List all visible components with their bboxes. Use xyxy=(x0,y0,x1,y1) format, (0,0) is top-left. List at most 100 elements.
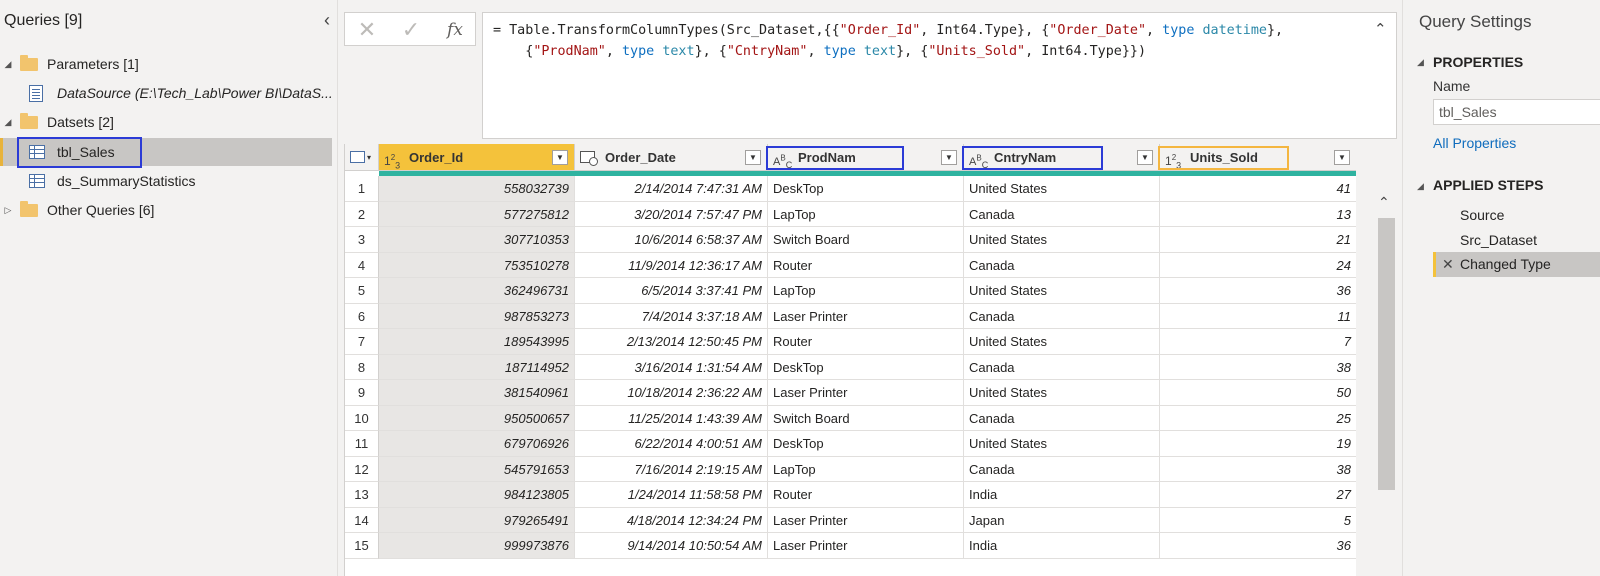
table-cell[interactable]: Laser Printer xyxy=(768,533,964,559)
table-cell[interactable]: Switch Board xyxy=(768,227,964,253)
table-cell[interactable]: Router xyxy=(768,329,964,355)
row-number[interactable]: 7 xyxy=(345,329,379,355)
table-cell[interactable]: 7/16/2014 2:19:15 AM xyxy=(575,456,768,482)
table-cell[interactable]: 307710353 xyxy=(379,227,575,253)
table-cell[interactable]: Laser Printer xyxy=(768,303,964,329)
step-source[interactable]: Source xyxy=(1433,203,1600,228)
table-cell[interactable]: 2/13/2014 12:50:45 PM xyxy=(575,329,768,355)
table-cell[interactable]: 24 xyxy=(1160,253,1356,278)
row-number[interactable]: 9 xyxy=(345,380,379,406)
table-cell[interactable]: Canada xyxy=(964,303,1160,329)
table-cell[interactable]: Canada xyxy=(964,405,1160,431)
table-cell[interactable]: 36 xyxy=(1160,533,1356,559)
table-cell[interactable]: Router xyxy=(768,252,964,278)
table-cell[interactable]: Canada xyxy=(964,252,1160,278)
filter-dropdown-icon[interactable]: ▼ xyxy=(1137,150,1153,165)
table-cell[interactable]: 27 xyxy=(1160,482,1356,508)
table-cell[interactable]: Laser Printer xyxy=(768,380,964,406)
table-cell[interactable]: 11/9/2014 12:36:17 AM xyxy=(575,252,768,278)
table-cell[interactable]: 577275812 xyxy=(379,201,575,227)
table-cell[interactable]: United States xyxy=(964,329,1160,355)
cancel-icon[interactable]: ✕ xyxy=(345,13,389,47)
expanded-caret-icon[interactable]: ◢ xyxy=(1417,181,1424,192)
table-cell[interactable]: 987853273 xyxy=(379,303,575,329)
table-cell[interactable]: 2/14/2014 7:47:31 AM xyxy=(575,176,768,202)
filter-dropdown-icon[interactable]: ▼ xyxy=(941,150,957,165)
confirm-check-icon[interactable]: ✓ xyxy=(389,13,433,47)
column-header-order-date[interactable]: Order_Date ▼ xyxy=(575,144,768,171)
scrollbar-thumb[interactable] xyxy=(1378,218,1395,490)
column-header-order-id[interactable]: 123 Order_Id ▼ xyxy=(379,144,575,171)
table-cell[interactable]: 21 xyxy=(1160,227,1356,253)
table-cell[interactable]: 13 xyxy=(1160,202,1356,227)
table-cell[interactable]: 5 xyxy=(1160,508,1356,533)
table-cell[interactable]: 6/5/2014 3:37:41 PM xyxy=(575,278,768,304)
table-cell[interactable]: 19 xyxy=(1160,431,1356,457)
table-cell[interactable]: 4/18/2014 12:34:24 PM xyxy=(575,507,768,533)
expanded-caret-icon[interactable]: ◢ xyxy=(2,108,14,136)
tree-group-parameters[interactable]: ◢ Parameters [1] xyxy=(0,50,338,78)
table-cell[interactable]: 984123805 xyxy=(379,482,575,508)
delete-step-icon[interactable]: ✕ xyxy=(1442,252,1454,277)
fx-icon[interactable]: fx xyxy=(433,13,477,47)
table-cell[interactable]: 11/25/2014 1:43:39 AM xyxy=(575,405,768,431)
table-cell[interactable]: 11 xyxy=(1160,304,1356,329)
table-cell[interactable]: Laser Printer xyxy=(768,507,964,533)
table-cell[interactable]: 362496731 xyxy=(379,278,575,304)
table-cell[interactable]: United States xyxy=(964,278,1160,304)
table-cell[interactable]: Switch Board xyxy=(768,405,964,431)
row-number[interactable]: 2 xyxy=(345,201,379,227)
table-cell[interactable]: 41 xyxy=(1160,176,1356,202)
row-number[interactable]: 14 xyxy=(345,507,379,533)
row-number[interactable]: 10 xyxy=(345,405,379,431)
table-cell[interactable]: 7/4/2014 3:37:18 AM xyxy=(575,303,768,329)
table-cell[interactable]: United States xyxy=(964,176,1160,202)
table-cell[interactable]: 999973876 xyxy=(379,533,575,559)
table-cell[interactable]: 38 xyxy=(1160,355,1356,380)
table-cell[interactable]: 3/20/2014 7:57:47 PM xyxy=(575,201,768,227)
table-cell[interactable]: 545791653 xyxy=(379,456,575,482)
table-cell[interactable]: 753510278 xyxy=(379,252,575,278)
filter-dropdown-icon[interactable]: ▼ xyxy=(1334,150,1350,165)
query-name-input[interactable] xyxy=(1433,99,1600,125)
table-cell[interactable]: 950500657 xyxy=(379,405,575,431)
table-cell[interactable]: 9/14/2014 10:50:54 AM xyxy=(575,533,768,559)
table-cell[interactable]: 3/16/2014 1:31:54 AM xyxy=(575,354,768,380)
row-number[interactable]: 13 xyxy=(345,482,379,508)
filter-dropdown-icon[interactable]: ▼ xyxy=(552,150,568,165)
table-cell[interactable]: United States xyxy=(964,431,1160,457)
formula-editor[interactable]: = Table.TransformColumnTypes(Src_Dataset… xyxy=(482,12,1397,139)
table-cell[interactable]: 679706926 xyxy=(379,431,575,457)
tree-group-other-queries[interactable]: ▷ Other Queries [6] xyxy=(0,196,338,224)
table-cell[interactable]: 25 xyxy=(1160,406,1356,431)
table-cell[interactable]: 10/18/2014 2:36:22 AM xyxy=(575,380,768,406)
chevron-up-icon[interactable]: ⌃ xyxy=(1374,20,1387,38)
row-number[interactable]: 1 xyxy=(345,176,379,202)
table-cell[interactable]: 187114952 xyxy=(379,354,575,380)
table-cell[interactable]: United States xyxy=(964,380,1160,406)
table-cell[interactable]: 38 xyxy=(1160,457,1356,482)
tree-item-datasource[interactable]: DataSource (E:\Tech_Lab\Power BI\DataS..… xyxy=(0,79,338,107)
all-properties-link[interactable]: All Properties xyxy=(1433,135,1516,151)
row-number[interactable]: 4 xyxy=(345,252,379,278)
row-number[interactable]: 5 xyxy=(345,278,379,304)
table-cell[interactable]: 558032739 xyxy=(379,176,575,202)
table-cell[interactable]: Router xyxy=(768,482,964,508)
table-cell[interactable]: 189543995 xyxy=(379,329,575,355)
tree-group-datsets[interactable]: ◢ Datsets [2] xyxy=(0,108,338,136)
filter-dropdown-icon[interactable]: ▼ xyxy=(745,150,761,165)
table-cell[interactable]: United States xyxy=(964,227,1160,253)
expanded-caret-icon[interactable]: ◢ xyxy=(1417,57,1424,68)
collapsed-caret-icon[interactable]: ▷ xyxy=(2,196,14,224)
tree-item-ds-summarystatistics[interactable]: ds_SummaryStatistics xyxy=(0,167,338,195)
step-src-dataset[interactable]: Src_Dataset xyxy=(1433,228,1600,253)
table-cell[interactable]: India xyxy=(964,533,1160,559)
table-cell[interactable]: LapTop xyxy=(768,201,964,227)
step-changed-type[interactable]: ✕ Changed Type xyxy=(1433,252,1600,277)
table-cell[interactable]: LapTop xyxy=(768,456,964,482)
row-number[interactable]: 3 xyxy=(345,227,379,253)
row-number[interactable]: 6 xyxy=(345,303,379,329)
table-cell[interactable]: 50 xyxy=(1160,380,1356,406)
table-cell[interactable]: India xyxy=(964,482,1160,508)
table-cell[interactable]: 36 xyxy=(1160,278,1356,304)
